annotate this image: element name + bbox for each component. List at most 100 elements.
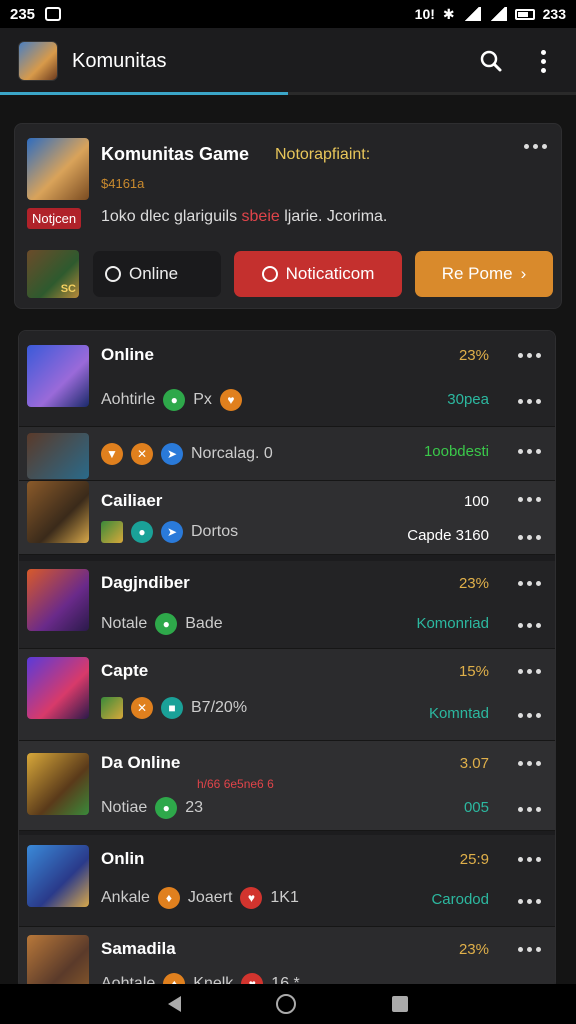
hero-subtitle: Notorapfiaint: <box>275 146 371 163</box>
row-more-icon[interactable] <box>518 947 541 952</box>
row-note: h/66 6e5ne6 6 <box>197 777 274 791</box>
row-name: Cailiaer <box>101 491 163 510</box>
bluetooth-icon: ✱ <box>442 5 455 22</box>
progress-track <box>0 92 576 95</box>
row-sub: Ankale ♦ Joaert ♥ 1K1 <box>101 887 299 909</box>
signal-icon <box>488 7 507 21</box>
wifi-icon <box>462 7 481 21</box>
game-avatar <box>27 345 89 407</box>
row-more-icon-2[interactable] <box>518 713 541 718</box>
rename-button[interactable]: Re Pome › <box>415 251 553 297</box>
share-icon: ➤ <box>161 521 183 543</box>
status-time-right: 233 <box>542 6 566 22</box>
row-more-icon[interactable] <box>518 353 541 358</box>
reaction-icon: ♥ <box>240 887 263 909</box>
row-sub: Notiae ● 23 <box>101 797 203 819</box>
row-more-icon-2[interactable] <box>518 807 541 812</box>
home-icon[interactable] <box>276 994 297 1014</box>
status-icon: ● <box>163 389 186 411</box>
hero-more-icon[interactable] <box>524 144 547 149</box>
chest-icon: ■ <box>161 697 183 719</box>
progress-fill <box>0 92 288 95</box>
row-more-icon[interactable] <box>518 761 541 766</box>
row-more-icon[interactable] <box>518 497 541 502</box>
page-title: Komunitas <box>72 49 167 72</box>
game-avatar <box>27 481 89 543</box>
game-avatar <box>27 845 89 907</box>
recent-apps-icon[interactable] <box>392 996 409 1012</box>
battery-icon <box>514 8 535 20</box>
row-link[interactable]: Carodod <box>431 891 489 908</box>
list-item[interactable]: Cailiaer 100 ● ➤ Dortos Capde 3160 <box>19 481 555 555</box>
row-value: 100 <box>463 493 489 510</box>
status-bar: 235 10! ✱ 233 <box>0 0 576 28</box>
app-logo-icon <box>18 41 58 81</box>
row-link[interactable]: Komntad <box>429 705 489 722</box>
status-indicators: 10! <box>414 6 435 22</box>
row-value: 23% <box>458 575 489 592</box>
row-more-icon-2[interactable] <box>518 399 541 404</box>
row-more-icon-2[interactable] <box>518 535 541 540</box>
status-icon: ● <box>155 797 178 819</box>
row-value: 23% <box>458 941 489 958</box>
list-item[interactable]: ▼ ✕ ➤ Norcalag. 0 1oobdesti <box>19 427 555 481</box>
row-more-icon-2[interactable] <box>518 899 541 904</box>
list-item[interactable]: Samadila 23% Aohtale ♦ Knelk ♥ 16 * <box>19 927 555 989</box>
row-more-icon[interactable] <box>518 857 541 862</box>
app-bar: Komunitas <box>0 28 576 94</box>
list-item[interactable]: Dagjndiber 23% Notale ● Bade Komonriad <box>19 561 555 649</box>
row-link[interactable]: 005 <box>464 799 489 816</box>
list-item[interactable]: Capte 15% ✕ ■ B7/20% Komntad <box>19 649 555 741</box>
list-item[interactable]: Da Online h/66 6e5ne6 6 3.07 Notiae ● 23… <box>19 741 555 831</box>
status-icon: ● <box>131 521 153 543</box>
search-icon[interactable] <box>476 46 506 76</box>
badge-icon: ✕ <box>131 443 153 465</box>
system-nav-bar <box>0 984 576 1024</box>
game-avatar <box>27 657 89 719</box>
row-value: 25:9 <box>459 851 489 868</box>
game-thumbnail <box>27 138 89 200</box>
member-list: Online 23% Aohtirle ● Px ♥ 30pea ▼ ✕ ➤ N… <box>18 330 556 990</box>
row-sub: ● ➤ Dortos <box>101 521 238 543</box>
row-more-icon[interactable] <box>518 449 541 454</box>
status-time: 235 <box>10 5 36 23</box>
list-item[interactable]: Online 23% Aohtirle ● Px ♥ 30pea <box>19 331 555 427</box>
game-avatar <box>27 433 89 479</box>
item-icon <box>101 697 123 719</box>
game-avatar <box>27 569 89 631</box>
back-icon[interactable] <box>167 996 181 1012</box>
row-more-icon-2[interactable] <box>518 623 541 628</box>
row-value: 3.07 <box>459 755 489 772</box>
row-link[interactable]: 30pea <box>447 391 489 408</box>
row-value: 23% <box>458 347 489 364</box>
user-avatar: SC <box>27 250 79 298</box>
list-item[interactable]: Onlin 25:9 Ankale ♦ Joaert ♥ 1K1 Carodod <box>19 835 555 927</box>
row-link[interactable]: Capde 3160 <box>407 527 489 544</box>
more-vert-icon[interactable] <box>528 46 558 76</box>
row-more-icon[interactable] <box>518 669 541 674</box>
row-name: Capte <box>101 661 149 680</box>
hero-tag: $4161a <box>101 176 145 191</box>
row-link[interactable]: Komonriad <box>416 615 489 632</box>
notification-bell-icon <box>261 266 278 282</box>
reaction-icon: ♥ <box>219 389 242 411</box>
hero-title: Komunitas Game <box>101 144 250 164</box>
row-sub: ▼ ✕ ➤ Norcalag. 0 <box>101 443 273 465</box>
community-hero-card[interactable]: Komunitas Game Notorapfiaint: $4161a Not… <box>14 123 562 309</box>
notification-icon <box>45 7 62 21</box>
row-sub: ✕ ■ B7/20% <box>101 697 247 719</box>
row-name: Dagjndiber <box>101 573 190 592</box>
notification-button[interactable]: Noticaticom <box>234 251 402 297</box>
online-icon <box>105 266 121 282</box>
row-sub: Notale ● Bade <box>101 613 223 635</box>
row-sub: Aohtirle ● Px ♥ <box>101 389 242 411</box>
row-name: Onlin <box>101 849 145 868</box>
row-more-icon[interactable] <box>518 581 541 586</box>
fire-icon: ♦ <box>157 887 180 909</box>
game-avatar <box>27 753 89 815</box>
online-button[interactable]: Online <box>93 251 221 297</box>
badge-icon: ▼ <box>101 443 123 465</box>
row-name: Da Online <box>101 753 181 772</box>
row-link[interactable]: 1oobdesti <box>424 443 489 460</box>
game-avatar <box>27 935 89 989</box>
